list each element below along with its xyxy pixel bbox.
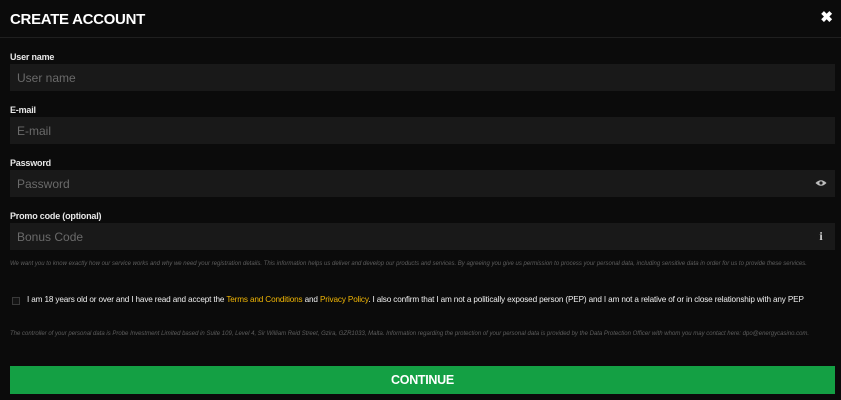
username-input[interactable] — [10, 64, 835, 91]
data-controller-notice: The controller of your personal data is … — [10, 331, 810, 337]
consent-checkbox[interactable] — [12, 297, 20, 305]
consent-text-before: I am 18 years old or over and I have rea… — [27, 295, 227, 304]
close-icon[interactable]: ✖ — [820, 10, 833, 26]
promo-label: Promo code (optional) — [10, 211, 102, 221]
password-label: Password — [10, 158, 51, 168]
consent-text: I am 18 years old or over and I have rea… — [27, 294, 827, 305]
password-input[interactable] — [10, 170, 835, 197]
privacy-link[interactable]: Privacy Policy — [320, 295, 368, 304]
modal-header: CREATE ACCOUNT ✖ — [0, 0, 841, 38]
username-label: User name — [10, 52, 55, 62]
consent-text-and: and — [302, 295, 320, 304]
email-label: E-mail — [10, 105, 36, 115]
info-icon[interactable]: i — [815, 229, 827, 243]
continue-button[interactable]: CONTINUE — [10, 366, 835, 394]
promo-code-input[interactable] — [10, 223, 835, 250]
email-input[interactable] — [10, 117, 835, 144]
eye-icon[interactable] — [815, 177, 827, 189]
modal-title: CREATE ACCOUNT — [10, 11, 145, 28]
terms-link[interactable]: Terms and Conditions — [226, 295, 302, 304]
data-usage-notice: We want you to know exactly how our serv… — [10, 261, 807, 267]
consent-text-after: . I also confirm that I am not a politic… — [368, 295, 804, 304]
